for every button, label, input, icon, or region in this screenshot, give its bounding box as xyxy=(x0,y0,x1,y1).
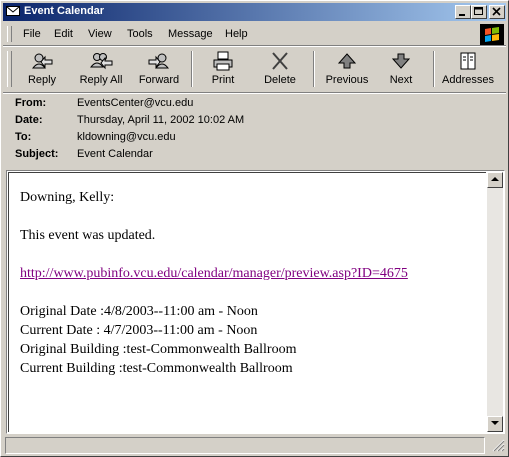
reply-icon xyxy=(31,53,53,69)
reply-all-label: Reply All xyxy=(79,74,123,86)
scroll-up-arrow-icon xyxy=(491,177,499,181)
toolbar-separator xyxy=(433,51,435,87)
date-value: Thursday, April 11, 2002 10:02 AM xyxy=(77,114,245,126)
message-headers: From: EventsCenter@vcu.edu Date: Thursda… xyxy=(15,97,495,169)
mail-window: Event Calendar File Edit View Tools Mess… xyxy=(0,0,509,457)
delete-label: Delete xyxy=(264,74,296,86)
toolbar-grip[interactable] xyxy=(7,51,12,87)
maximize-icon xyxy=(474,7,483,15)
subject-value: Event Calendar xyxy=(77,148,153,160)
scroll-down-button[interactable] xyxy=(487,416,503,432)
status-bar xyxy=(3,435,506,454)
toolbar-separator xyxy=(191,51,193,87)
printer-icon xyxy=(213,51,233,71)
scroll-down-arrow-icon xyxy=(491,421,499,425)
delete-button[interactable]: Delete xyxy=(257,49,303,89)
from-label: From: xyxy=(15,97,47,109)
close-button[interactable] xyxy=(489,5,505,19)
next-label: Next xyxy=(389,74,413,86)
menu-edit[interactable]: Edit xyxy=(54,28,73,40)
message-body[interactable]: Downing, Kelly: This event was updated. … xyxy=(8,172,486,432)
window-title: Event Calendar xyxy=(24,5,105,17)
addresses-label: Addresses xyxy=(442,74,494,86)
up-arrow-icon xyxy=(337,53,357,69)
addresses-button[interactable]: Addresses xyxy=(439,49,497,89)
minimize-button[interactable] xyxy=(455,5,471,19)
forward-button[interactable]: Forward xyxy=(133,49,185,89)
address-book-icon xyxy=(460,52,476,70)
minimize-icon xyxy=(459,14,465,16)
to-value[interactable]: kldowning@vcu.edu xyxy=(77,131,176,143)
resize-grip-icon[interactable] xyxy=(491,438,505,452)
from-row: From: EventsCenter@vcu.edu xyxy=(15,97,495,113)
toolbar-separator-line xyxy=(3,92,506,94)
menu-message[interactable]: Message xyxy=(168,28,213,40)
menu-bar: File Edit View Tools Message Help xyxy=(3,23,506,46)
date-label: Date: xyxy=(15,114,43,126)
toolbar: Reply Reply All Forward Print Delete Pre… xyxy=(3,47,506,91)
menu-view[interactable]: View xyxy=(88,28,112,40)
windows-logo xyxy=(480,24,504,46)
from-value[interactable]: EventsCenter@vcu.edu xyxy=(77,97,193,109)
date-row: Date: Thursday, April 11, 2002 10:02 AM xyxy=(15,114,495,130)
maximize-button[interactable] xyxy=(471,5,487,19)
next-button[interactable]: Next xyxy=(383,49,419,89)
reply-all-icon xyxy=(89,53,113,70)
previous-button[interactable]: Previous xyxy=(321,49,373,89)
toolbar-separator xyxy=(313,51,315,87)
intro-text: This event was updated. xyxy=(20,228,156,243)
current-building-text: Current Building :test-Commonwealth Ball… xyxy=(20,361,293,376)
to-row: To: kldowning@vcu.edu xyxy=(15,131,495,147)
subject-label: Subject: xyxy=(15,148,59,160)
original-building-text: Original Building :test-Commonwealth Bal… xyxy=(20,342,297,357)
delete-x-icon xyxy=(272,52,288,70)
reply-all-button[interactable]: Reply All xyxy=(73,49,129,89)
down-arrow-icon xyxy=(391,53,411,69)
message-body-frame: Downing, Kelly: This event was updated. … xyxy=(6,170,505,434)
print-label: Print xyxy=(211,74,235,86)
scroll-up-button[interactable] xyxy=(487,172,503,188)
windows-flag-icon xyxy=(485,27,499,42)
menu-file[interactable]: File xyxy=(23,28,41,40)
forward-label: Forward xyxy=(138,74,180,86)
mail-envelope-icon xyxy=(6,6,20,16)
status-pane xyxy=(5,437,485,454)
subject-row: Subject: Event Calendar xyxy=(15,148,495,164)
menu-grip[interactable] xyxy=(7,26,12,42)
close-icon xyxy=(492,7,501,16)
reply-button[interactable]: Reply xyxy=(17,49,67,89)
vertical-scrollbar[interactable] xyxy=(487,172,503,432)
print-button[interactable]: Print xyxy=(203,49,243,89)
forward-icon xyxy=(148,53,170,69)
original-date-text: Original Date :4/8/2003--11:00 am - Noon xyxy=(20,304,258,319)
current-date-text: Current Date : 4/7/2003--11:00 am - Noon xyxy=(20,323,258,338)
previous-label: Previous xyxy=(325,74,369,86)
reply-label: Reply xyxy=(27,74,57,86)
title-bar[interactable]: Event Calendar xyxy=(3,3,506,21)
to-label: To: xyxy=(15,131,32,143)
menu-tools[interactable]: Tools xyxy=(127,28,153,40)
greeting-text: Downing, Kelly: xyxy=(20,190,115,205)
menu-help[interactable]: Help xyxy=(225,28,248,40)
event-preview-link[interactable]: http://www.pubinfo.vcu.edu/calendar/mana… xyxy=(20,266,408,281)
